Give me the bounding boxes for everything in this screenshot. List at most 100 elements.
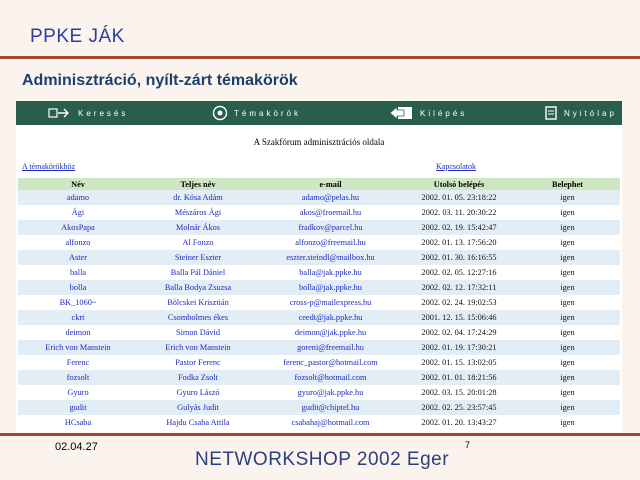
cell-fullname: Gyuro Lászó (138, 385, 258, 400)
cell-last-login: 2002. 01. 05. 23:18:22 (403, 190, 515, 205)
cell-fullname: Simon Dávid (138, 325, 258, 340)
header-last-login[interactable]: Utolsó belépés (403, 178, 515, 190)
cell-email[interactable]: ceedt@jak.ppke.hu (258, 310, 403, 325)
cell-last-login: 2002. 02. 24. 19:02:53 (403, 295, 515, 310)
cell-email[interactable]: gudit@chiptel.hu (258, 400, 403, 415)
cell-last-login: 2002. 02. 05. 12:27:16 (403, 265, 515, 280)
table-row: adamo dr. Kósa Adám adamo@pelas.hu 2002. 01… (18, 190, 620, 205)
cell-email[interactable]: gyuro@jak.ppke.hu (258, 385, 403, 400)
cell-email[interactable]: bolla@jak.ppke.hu (258, 280, 403, 295)
cell-email[interactable]: deimon@jak.ppke.hu (258, 325, 403, 340)
table-row: balla Balla Pál Dániel balla@jak.ppke.hu 20… (18, 265, 620, 280)
cell-email[interactable]: csabahaj@hotmail.com (258, 415, 403, 430)
topics-link[interactable]: A témakörökhöz (22, 162, 75, 171)
cell-last-login: 2002. 03. 11. 20:30:22 (403, 205, 515, 220)
cell-fullname: Balla Bodya Zsuzsa (138, 280, 258, 295)
cell-email[interactable]: akos@froemail.hu (258, 205, 403, 220)
cell-name[interactable]: deimon (18, 325, 138, 340)
cell-can-login: igen (515, 295, 620, 310)
cell-email[interactable]: balla@jak.ppke.hu (258, 265, 403, 280)
cell-name[interactable]: Ági (18, 205, 138, 220)
cell-fullname: dr. Kósa Adám (138, 190, 258, 205)
cell-name[interactable]: Gyuro (18, 385, 138, 400)
cell-fullname: Molnár Ákos (138, 220, 258, 235)
cell-email[interactable]: eszter.steindl@mailbox.hu (258, 250, 403, 265)
cell-can-login: igen (515, 415, 620, 430)
users-table: Név Teljes név e-mail Utolsó belépés Bel… (18, 178, 620, 430)
cell-fullname: Hajdu Csaba Attila (138, 415, 258, 430)
cell-fullname: Mészáros Ági (138, 205, 258, 220)
bottom-rule (0, 433, 640, 436)
table-row: Gyuro Gyuro Lászó gyuro@jak.ppke.hu 2002. 0… (18, 385, 620, 400)
cell-last-login: 2002. 01. 19. 17:30:21 (403, 340, 515, 355)
cell-can-login: igen (515, 310, 620, 325)
table-row: gudit Gulyás Judit gudit@chiptel.hu 2002. 0… (18, 400, 620, 415)
contacts-link[interactable]: Kapcsolatok (436, 162, 476, 171)
nav-topics-label: Témakörök (234, 108, 302, 118)
table-row: fozsolt Fodka Zsolt fozsolt@hotmail.com 200… (18, 370, 620, 385)
table-row: HCsaba Hajdu Csaba Attila csabahaj@hotmail… (18, 415, 620, 430)
cell-can-login: igen (515, 190, 620, 205)
table-row: AkosPapa Molnár Ákos fradkov@parcel.hu 2002… (18, 220, 620, 235)
header-email[interactable]: e-mail (258, 178, 403, 190)
cell-can-login: igen (515, 370, 620, 385)
cell-email[interactable]: fradkov@parcel.hu (258, 220, 403, 235)
cell-fullname: Balla Pál Dániel (138, 265, 258, 280)
app-screenshot: Keresés Témakörök Kilépés Nyitólap A Sza… (16, 101, 622, 432)
cell-name[interactable]: BK_1060~ (18, 295, 138, 310)
table-row: Aster Steiner Eszter eszter.steindl@mailbo… (18, 250, 620, 265)
cell-name[interactable]: gudit (18, 400, 138, 415)
header-fullname[interactable]: Teljes név (138, 178, 258, 190)
cell-name[interactable]: Ferenc (18, 355, 138, 370)
cell-fullname: Steiner Eszter (138, 250, 258, 265)
cell-email[interactable]: ferenc_pastor@hotmail.com (258, 355, 403, 370)
table-row: alfonzo Al Fonzo alfonzo@freemail.hu 2002. … (18, 235, 620, 250)
cell-email[interactable]: adamo@pelas.hu (258, 190, 403, 205)
nav-search[interactable]: Keresés (48, 101, 128, 125)
page-number: 7 (465, 440, 471, 450)
slide-subtitle: Adminisztráció, nyílt-zárt témakörök (22, 72, 298, 89)
cell-email[interactable]: alfonzo@freemail.hu (258, 235, 403, 250)
cell-can-login: igen (515, 235, 620, 250)
cell-name[interactable]: bolla (18, 280, 138, 295)
cell-name[interactable]: Erich von Manstein (18, 340, 138, 355)
cell-name[interactable]: HCsaba (18, 415, 138, 430)
topics-icon (212, 105, 228, 121)
nav-home[interactable]: Nyitólap (544, 101, 617, 125)
table-row: bolla Balla Bodya Zsuzsa bolla@jak.ppke.hu… (18, 280, 620, 295)
slide-title: PPKE JÁK (30, 26, 125, 47)
cell-can-login: igen (515, 280, 620, 295)
cell-last-login: 2002. 02. 12. 17:32:11 (403, 280, 515, 295)
nav-topics[interactable]: Témakörök (212, 101, 301, 125)
nav-logout[interactable]: Kilépés (388, 101, 467, 125)
home-page-icon (545, 106, 557, 120)
cell-last-login: 2002. 02. 25. 23:57:45 (403, 400, 515, 415)
cell-fullname: Bölcskei Krisztián (138, 295, 258, 310)
table-row: deimon Simon Dávid deimon@jak.ppke.hu 2002.… (18, 325, 620, 340)
cell-name[interactable]: balla (18, 265, 138, 280)
cell-name[interactable]: adamo (18, 190, 138, 205)
header-can-login[interactable]: Belephet (515, 178, 620, 190)
cell-last-login: 2002. 01. 01. 18:21:56 (403, 370, 515, 385)
cell-can-login: igen (515, 400, 620, 415)
logout-arrow-icon (389, 106, 412, 120)
cell-name[interactable]: fozsolt (18, 370, 138, 385)
table-row: Ági Mészáros Ági akos@froemail.hu 2002. 03.… (18, 205, 620, 220)
cell-can-login: igen (515, 205, 620, 220)
cell-last-login: 2002. 01. 15. 13:02:05 (403, 355, 515, 370)
cell-name[interactable]: alfonzo (18, 235, 138, 250)
cell-email[interactable]: fozsolt@hotmail.com (258, 370, 403, 385)
cell-can-login: igen (515, 355, 620, 370)
cell-can-login: igen (515, 340, 620, 355)
cell-can-login: igen (515, 325, 620, 340)
cell-email[interactable]: cross-p@mailexpress.hu (258, 295, 403, 310)
cell-name[interactable]: Aster (18, 250, 138, 265)
cell-email[interactable]: goreni@freemail.hu (258, 340, 403, 355)
header-name[interactable]: Név (18, 178, 138, 190)
cell-name[interactable]: ckrt (18, 310, 138, 325)
footer-text: NETWORKSHOP 2002 Eger (195, 449, 450, 470)
slide-date: 02.04.27 (55, 441, 98, 453)
cell-last-login: 2002. 01. 13. 17:56:20 (403, 235, 515, 250)
top-rule (0, 56, 640, 59)
cell-name[interactable]: AkosPapa (18, 220, 138, 235)
